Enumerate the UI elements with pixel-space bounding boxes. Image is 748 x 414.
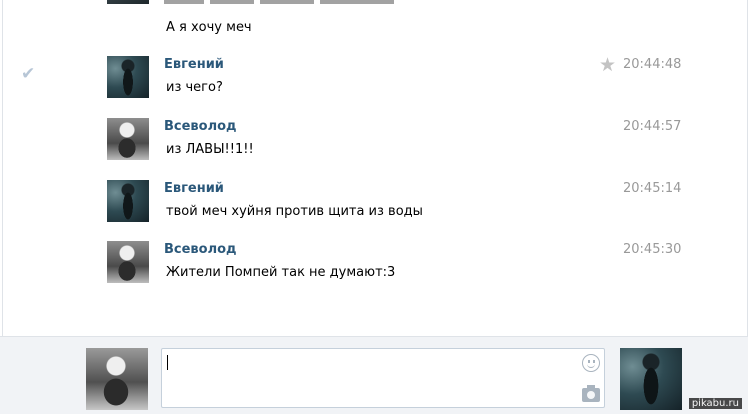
message-text: А я хочу меч (166, 20, 252, 35)
author-name[interactable]: Всеволод (164, 242, 237, 257)
author-name[interactable]: Евгений (164, 57, 224, 72)
my-avatar[interactable] (86, 348, 148, 410)
watermark: pikabu.ru (688, 398, 742, 409)
star-icon[interactable]: ★ (599, 55, 616, 75)
author-name[interactable]: Всеволод (164, 119, 237, 134)
avatar[interactable] (107, 118, 149, 160)
message-row[interactable]: ✔ Евгений ★ 20:44:48 из чего? (3, 55, 747, 118)
message-row[interactable]: Всеволод 20:44:57 из ЛАВЫ!!1!! (3, 118, 747, 180)
composer (0, 336, 748, 414)
message-text: из чего? (166, 80, 223, 95)
message-text: твой меч хуйня против щита из воды (166, 204, 423, 219)
message-row[interactable]: Всеволод 20:45:30 Жители Помпей так не д… (3, 241, 747, 303)
message-text: Жители Помпей так не думают:3 (166, 265, 396, 280)
message-input[interactable] (161, 348, 605, 408)
avatar[interactable] (107, 180, 149, 222)
text-caret (167, 355, 168, 370)
message-history[interactable]: А я хочу меч ✔ Евгений ★ 20:44:48 из чег… (2, 0, 748, 336)
cut-off-message-text (164, 0, 424, 4)
interlocutor-avatar[interactable] (620, 348, 682, 410)
message-time[interactable]: 20:45:30 (623, 242, 683, 257)
avatar[interactable] (107, 241, 149, 283)
author-name[interactable]: Евгений (164, 181, 224, 196)
message-text: из ЛАВЫ!!1!! (166, 142, 254, 157)
message-time[interactable]: 20:44:57 (623, 119, 683, 134)
message-time[interactable]: 20:44:48 (623, 57, 683, 72)
avatar[interactable] (107, 56, 149, 98)
camera-icon[interactable] (582, 385, 600, 402)
avatar[interactable] (107, 0, 149, 4)
check-icon[interactable]: ✔ (21, 66, 39, 83)
message-row[interactable]: Евгений 20:45:14 твой меч хуйня против щ… (3, 180, 747, 242)
smile-icon[interactable] (582, 354, 600, 372)
message-time[interactable]: 20:45:14 (623, 181, 683, 196)
